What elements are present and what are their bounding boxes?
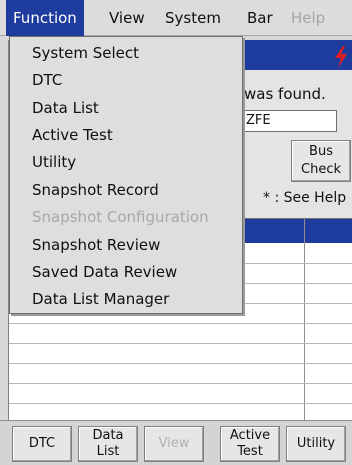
menu-item-dtc[interactable]: DTC (10, 66, 242, 94)
data-list-label-line1: Data (92, 428, 124, 443)
menu-system[interactable]: System (158, 0, 228, 36)
grid-row-line (9, 323, 352, 324)
menu-item-data-list-manager[interactable]: Data List Manager (10, 285, 242, 313)
menu-item-utility[interactable]: Utility (10, 148, 242, 176)
menu-help: Help (291, 9, 326, 27)
utility-button-label: Utility (296, 436, 336, 451)
grid-column-divider (304, 219, 305, 445)
menu-item-saved-data-review[interactable]: Saved Data Review (10, 258, 242, 286)
dtc-button-label: DTC (28, 436, 56, 451)
bus-check-label-line1: Bus (309, 144, 333, 159)
bus-check-button[interactable]: Bus Check (291, 140, 351, 182)
grid-row-line (9, 383, 352, 384)
grid-row-line (9, 403, 352, 404)
menu-item-active-test[interactable]: Active Test (10, 121, 242, 149)
menu-item-system-select[interactable]: System Select (10, 39, 242, 67)
bus-check-label-line2: Check (301, 162, 341, 177)
data-list-button[interactable]: Data List (78, 426, 138, 462)
lightning-icon (335, 46, 347, 68)
data-list-label-line2: List (96, 444, 120, 459)
view-button: View (144, 426, 204, 462)
function-dropdown-menu: System Select DTC Data List Active Test … (9, 36, 243, 314)
menu-bar: Function View System Bar Help (0, 0, 352, 36)
menu-item-snapshot-record[interactable]: Snapshot Record (10, 176, 242, 204)
menu-function[interactable]: Function (6, 0, 84, 36)
code-field[interactable]: ZFE (241, 110, 337, 132)
menu-bar-item[interactable]: Bar (240, 0, 280, 36)
menu-item-snapshot-review[interactable]: Snapshot Review (10, 231, 242, 259)
dtc-button[interactable]: DTC (12, 426, 72, 462)
view-button-label: View (158, 436, 190, 451)
found-message: was found. (244, 85, 326, 103)
grid-row-line (9, 343, 352, 344)
active-test-button[interactable]: Active Test (220, 426, 280, 462)
menu-item-data-list[interactable]: Data List (10, 94, 242, 122)
active-test-label-line1: Active (229, 428, 271, 443)
menu-view[interactable]: View (102, 0, 152, 36)
menu-item-snapshot-configuration: Snapshot Configuration (32, 208, 209, 226)
active-test-label-line2: Test (237, 444, 263, 459)
see-help-note: * : See Help (263, 190, 347, 206)
grid-row-line (9, 363, 352, 364)
utility-button[interactable]: Utility (286, 426, 346, 462)
